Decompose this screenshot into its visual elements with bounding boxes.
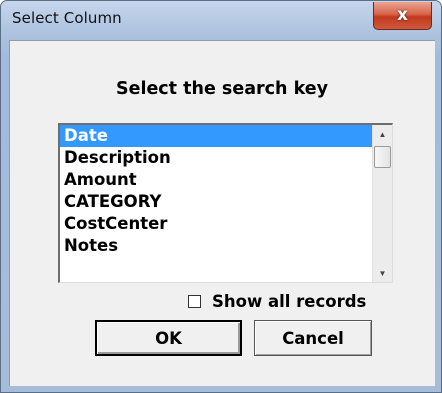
show-all-row[interactable]: Show all records [188,291,366,311]
column-list: Date Description Amount CATEGORY CostCen… [60,125,372,257]
list-item-amount[interactable]: Amount [60,169,372,191]
show-all-label[interactable]: Show all records [212,292,366,311]
column-listbox[interactable]: Date Description Amount CATEGORY CostCen… [58,123,393,283]
list-item-category[interactable]: CATEGORY [60,191,372,213]
close-button[interactable]: x [373,2,432,30]
list-item-description[interactable]: Description [60,147,372,169]
ok-button[interactable]: OK [95,320,242,356]
scroll-up-icon[interactable]: ▲ [373,125,392,143]
list-scrollbar[interactable]: ▲ ▼ [372,125,392,282]
scroll-down-icon[interactable]: ▼ [373,264,392,282]
show-all-checkbox[interactable] [188,294,201,308]
dialog-window: Select Column x Select the search key Da… [0,0,442,393]
list-item-costcenter[interactable]: CostCenter [60,213,372,235]
list-item-notes[interactable]: Notes [60,235,372,257]
scroll-thumb[interactable] [374,146,391,168]
prompt-label: Select the search key [115,79,329,99]
title-bar[interactable]: Select Column x [1,1,441,37]
cancel-button[interactable]: Cancel [254,320,372,356]
dialog-body: Select the search key Date Description A… [9,40,435,386]
window-title: Select Column [12,9,122,27]
close-icon: x [397,5,408,25]
list-item-date[interactable]: Date [60,125,372,147]
